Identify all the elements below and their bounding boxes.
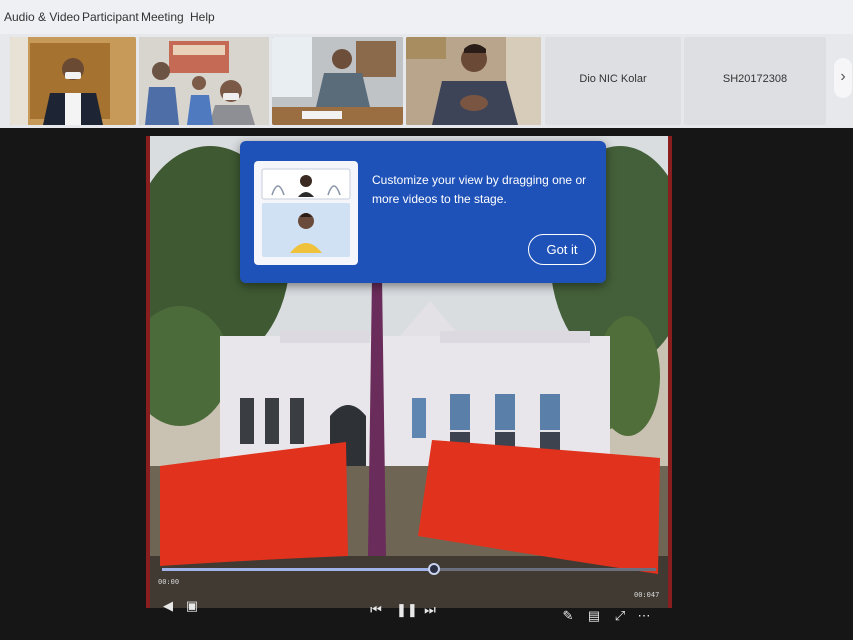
caption-icon[interactable]: ▤ (586, 608, 602, 624)
participant-video-image (10, 37, 136, 125)
participant-video-image (406, 37, 541, 125)
speaker-icon[interactable]: ◀ (160, 598, 176, 614)
participant-video-tile[interactable] (10, 37, 136, 125)
menu-participant[interactable]: Participant (82, 10, 139, 24)
progress-bar[interactable] (162, 563, 656, 575)
menu-meeting[interactable]: Meeting (141, 10, 184, 24)
fullscreen-icon[interactable]: ⤢ (612, 608, 628, 624)
participant-name: SH20172308 (722, 73, 788, 85)
progress-fill (162, 568, 434, 571)
participant-video-image (139, 37, 269, 125)
remaining-time: 00:047 (634, 591, 660, 599)
callout-illustration (254, 161, 358, 265)
more-icon[interactable]: ⋯ (636, 608, 652, 624)
menu-audio-video[interactable]: Audio & Video (4, 10, 80, 24)
progress-handle[interactable] (428, 563, 440, 575)
chevron-right-icon[interactable]: › (834, 58, 852, 98)
participant-name-tile[interactable]: SH20172308 (684, 37, 826, 125)
pen-icon[interactable]: ✎ (560, 608, 576, 624)
pause-icon[interactable]: ❚❚ (396, 602, 418, 618)
elapsed-time: 00:00 (158, 578, 180, 586)
menu-help[interactable]: Help (190, 10, 215, 24)
got-it-button[interactable]: Got it (528, 234, 596, 265)
participant-name-tile[interactable]: Dio NIC Kolar (545, 37, 681, 125)
screen-icon[interactable]: ▣ (184, 598, 200, 614)
menu-bar: Audio & Video Participant Meeting Help (0, 0, 853, 34)
drag-video-illustration-icon (261, 168, 351, 257)
participant-video-tile[interactable] (139, 37, 269, 125)
participant-video-tile[interactable] (272, 37, 403, 125)
participant-video-tile[interactable] (406, 37, 541, 125)
participant-name: Dio NIC Kolar (579, 73, 647, 85)
participant-video-image (272, 37, 403, 125)
callout-message: Customize your view by dragging one or m… (372, 173, 587, 206)
teaching-callout: Customize your view by dragging one or m… (240, 141, 606, 283)
previous-icon[interactable]: ⏮ (368, 602, 384, 618)
participant-strip: Dio NIC Kolar SH20172308 › (0, 34, 853, 128)
next-icon[interactable]: ⏭ (422, 602, 438, 618)
